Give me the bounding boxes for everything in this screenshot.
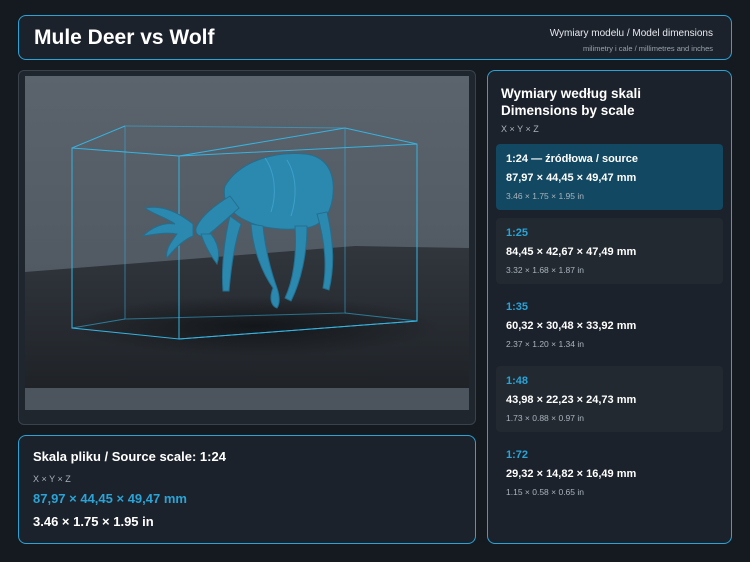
scale-dimensions-mm: 87,97 × 44,45 × 49,47 mm (506, 172, 637, 184)
scale-dimensions-inch: 1.15 × 0.58 × 0.65 in (506, 487, 584, 497)
scale-card-1-48[interactable]: 1:48 43,98 × 22,23 × 24,73 mm 1.73 × 0.8… (496, 366, 723, 432)
header-units: milimetry i cale / millimetres and inche… (582, 44, 713, 53)
scales-axes-label: X × Y × Z (501, 124, 539, 134)
scale-card-1-72[interactable]: 1:72 29,32 × 14,82 × 16,49 mm 1.15 × 0.5… (496, 440, 723, 506)
page-title: Mule Deer vs Wolf (34, 26, 215, 49)
scale-dimensions-mm: 84,45 × 42,67 × 47,49 mm (506, 246, 637, 258)
scale-ratio: 1:25 (506, 227, 529, 239)
source-dimensions-mm: 87,97 × 44,45 × 49,47 mm (33, 491, 187, 506)
scale-dimensions-mm: 60,32 × 30,48 × 33,92 mm (506, 320, 637, 332)
scales-panel: Wymiary według skali Dimensions by scale… (487, 70, 732, 544)
scale-ratio: 1:72 (506, 449, 529, 461)
floor-edge (25, 388, 469, 410)
scale-card-1-25[interactable]: 1:25 84,45 × 42,67 × 47,49 mm 3.32 × 1.6… (496, 218, 723, 284)
scales-title-pl: Wymiary według skali (501, 86, 642, 101)
source-axes-label: X × Y × Z (33, 474, 71, 484)
scale-dimensions-mm: 29,32 × 14,82 × 16,49 mm (506, 468, 637, 480)
scale-dimensions-inch: 1.73 × 0.88 × 0.97 in (506, 413, 584, 423)
model-viewer[interactable] (18, 70, 476, 425)
scale-card-1-35[interactable]: 1:35 60,32 × 30,48 × 33,92 mm 2.37 × 1.2… (496, 292, 723, 358)
scales-title-en: Dimensions by scale (501, 103, 635, 118)
scale-dimensions-inch: 3.32 × 1.68 × 1.87 in (506, 265, 584, 275)
scale-dimensions-mm: 43,98 × 22,23 × 24,73 mm (506, 394, 637, 406)
header-bar: Mule Deer vs Wolf Wymiary modelu / Model… (18, 15, 732, 60)
scale-card-1-24[interactable]: 1:24 — źródłowa / source 87,97 × 44,45 ×… (496, 144, 723, 210)
source-dimensions-inch: 3.46 × 1.75 × 1.95 in (33, 514, 154, 529)
scale-dimensions-inch: 3.46 × 1.75 × 1.95 in (506, 191, 584, 201)
scale-ratio: 1:35 (506, 301, 529, 313)
scale-ratio: 1:24 — źródłowa / source (506, 153, 639, 165)
source-scale-panel: Skala pliku / Source scale: 1:24 X × Y ×… (18, 435, 476, 544)
header-subtitle: Wymiary modelu / Model dimensions (549, 28, 713, 39)
model-render (25, 76, 469, 410)
scale-ratio: 1:48 (506, 375, 529, 387)
scale-dimensions-inch: 2.37 × 1.20 × 1.34 in (506, 339, 584, 349)
source-scale-heading: Skala pliku / Source scale: 1:24 (33, 449, 226, 464)
scales-panel-title: Wymiary według skali Dimensions by scale (501, 85, 641, 119)
